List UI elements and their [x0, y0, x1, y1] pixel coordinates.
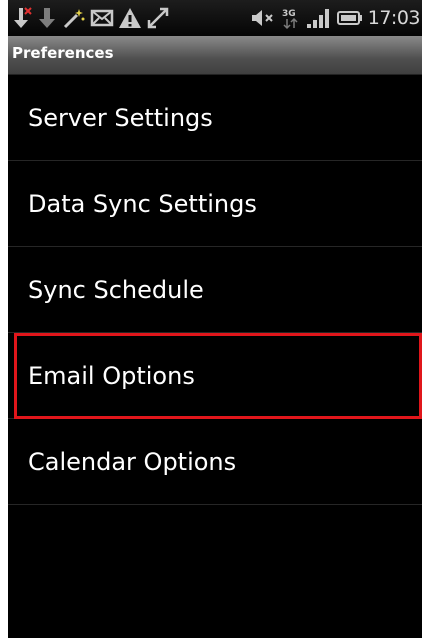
warning-icon [118, 6, 142, 30]
battery-icon [336, 6, 363, 30]
menu-item-data-sync-settings[interactable]: Data Sync Settings [8, 161, 422, 247]
usb-debug-icon [10, 6, 32, 30]
mail-icon [90, 6, 114, 30]
phone-screen: 3G 17:03 Preferences Server Settings Dat… [8, 0, 422, 638]
menu-item-server-settings[interactable]: Server Settings [8, 75, 422, 161]
status-clock: 17:03 [367, 7, 421, 29]
status-bar: 3G 17:03 [8, 0, 422, 36]
signal-icon [306, 6, 332, 30]
menu-item-email-options[interactable]: Email Options [8, 333, 422, 419]
network-3g-icon: 3G [281, 6, 301, 30]
sync-icon [146, 6, 170, 30]
menu-item-label: Email Options [28, 361, 195, 390]
preferences-list: Server Settings Data Sync Settings Sync … [8, 75, 422, 505]
title-bar: Preferences [8, 36, 422, 75]
mute-icon [250, 6, 276, 30]
system-icons: 3G 17:03 [250, 6, 421, 30]
menu-item-label: Calendar Options [28, 447, 237, 476]
menu-item-calendar-options[interactable]: Calendar Options [8, 419, 422, 505]
svg-text:3G: 3G [282, 9, 296, 19]
menu-item-label: Sync Schedule [28, 275, 204, 304]
download-icon [36, 6, 58, 30]
wand-icon [62, 6, 86, 30]
menu-item-label: Server Settings [28, 103, 213, 132]
menu-item-label: Data Sync Settings [28, 189, 257, 218]
notification-icons [10, 6, 170, 30]
menu-item-sync-schedule[interactable]: Sync Schedule [8, 247, 422, 333]
page-title: Preferences [12, 44, 114, 62]
